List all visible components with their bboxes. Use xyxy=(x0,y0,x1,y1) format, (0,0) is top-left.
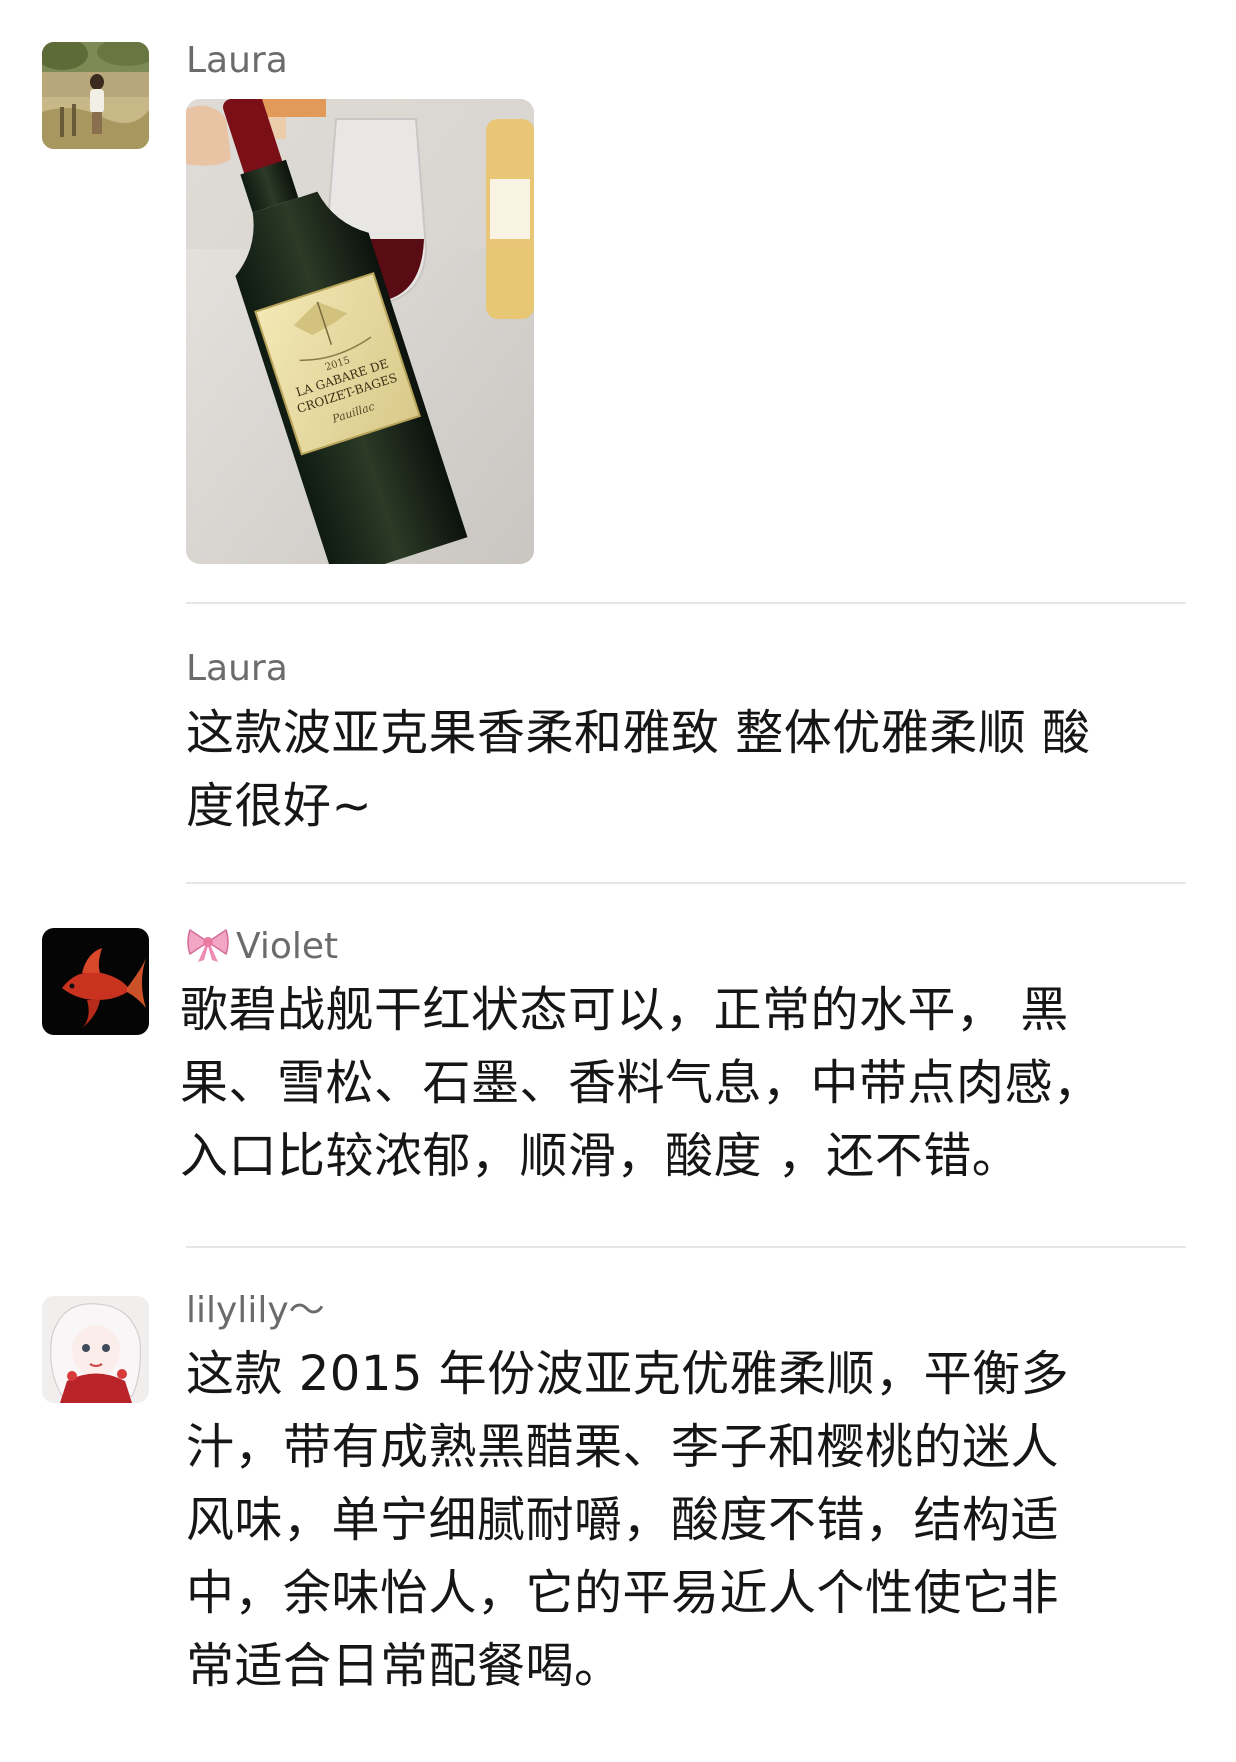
message-text-line: 中，余味怡人，它的平易近人个性使它非 xyxy=(186,1565,1060,1621)
divider xyxy=(186,602,1186,604)
message-laura-text: Laura 这款波亚克果香柔和雅致 整体优雅柔顺 酸 度很好~ xyxy=(0,610,1236,880)
message-text[interactable]: 歌碧战舰干红状态可以，正常的水平， 黑 果、雪松、石墨、香料气息，中带点肉感， … xyxy=(180,974,1190,1193)
message-text-line: 果、雪松、石墨、香料气息，中带点肉感， xyxy=(180,1055,1102,1111)
avatar-lilylily[interactable] xyxy=(42,1296,149,1403)
message-laura-photo: Laura 2015 LA GABARE DE CROIZET-BAGES Pa… xyxy=(0,0,1236,610)
message-text-line: 歌碧战舰干红状态可以，正常的水平， 黑 xyxy=(180,982,1069,1038)
message-text[interactable]: 这款波亚克果香柔和雅致 整体优雅柔顺 酸 度很好~ xyxy=(186,697,1176,843)
sender-name-text: Violet xyxy=(236,926,339,967)
avatar-violet[interactable] xyxy=(42,928,149,1035)
message-text-line: 入口比较浓郁，顺滑，酸度 ，还不错。 xyxy=(180,1128,1021,1184)
sender-name: Laura xyxy=(186,648,288,689)
message-text[interactable]: 这款 2015 年份波亚克优雅柔顺，平衡多 汁，带有成熟黑醋栗、李子和樱桃的迷人… xyxy=(186,1338,1176,1703)
message-lilylily: lilylily～ 这款 2015 年份波亚克优雅柔顺，平衡多 汁，带有成熟黑醋… xyxy=(0,1248,1236,1762)
message-violet: Violet 歌碧战舰干红状态可以，正常的水平， 黑 果、雪松、石墨、香料气息，… xyxy=(0,884,1236,1244)
sender-name: Violet xyxy=(186,924,338,970)
message-text-line: 汁，带有成熟黑醋栗、李子和樱桃的迷人 xyxy=(186,1419,1060,1475)
wine-bottle-photo[interactable]: 2015 LA GABARE DE CROIZET-BAGES Pauillac xyxy=(186,99,534,564)
ribbon-bow-icon xyxy=(186,924,230,964)
sender-name: Laura xyxy=(186,40,288,81)
message-text-line: 常适合日常配餐喝。 xyxy=(186,1638,623,1694)
message-text-line: 风味，单宁细腻耐嚼，酸度不错，结构适 xyxy=(186,1492,1060,1548)
message-text-line: 这款 2015 年份波亚克优雅柔顺，平衡多 xyxy=(186,1346,1070,1402)
avatar-laura[interactable] xyxy=(42,42,149,149)
message-text-line: 度很好~ xyxy=(186,778,373,834)
message-text-line: 这款波亚克果香柔和雅致 整体优雅柔顺 酸 xyxy=(186,705,1091,761)
sender-name: lilylily～ xyxy=(186,1290,325,1331)
